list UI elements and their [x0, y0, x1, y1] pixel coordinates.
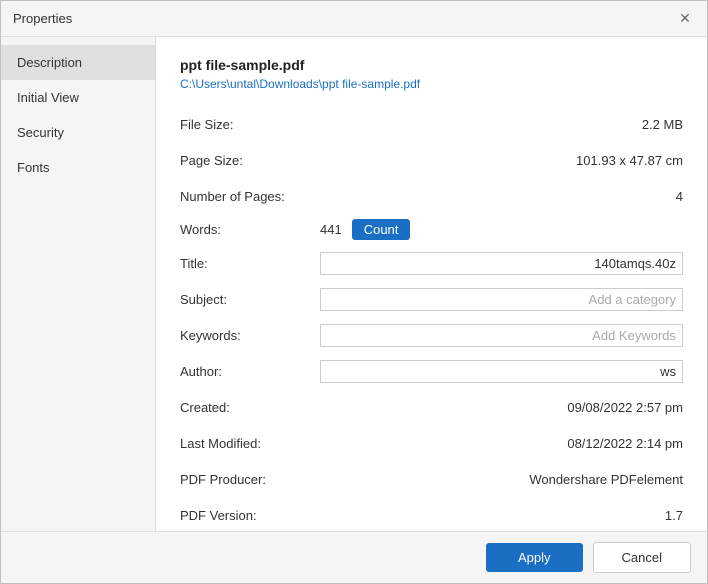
- keywords-row: Keywords:: [180, 322, 683, 348]
- sidebar-item-fonts[interactable]: Fonts: [1, 150, 155, 185]
- close-button[interactable]: ✕: [675, 9, 695, 29]
- words-label: Words:: [180, 222, 320, 237]
- pdf-producer-row: PDF Producer: Wondershare PDFelement: [180, 466, 683, 492]
- last-modified-row: Last Modified: 08/12/2022 2:14 pm: [180, 430, 683, 456]
- last-modified-label: Last Modified:: [180, 436, 320, 451]
- created-label: Created:: [180, 400, 320, 415]
- created-row: Created: 09/08/2022 2:57 pm: [180, 394, 683, 420]
- file-path[interactable]: C:\Users\untal\Downloads\ppt file-sample…: [180, 77, 683, 91]
- title-row: Title:: [180, 250, 683, 276]
- properties-dialog: Properties ✕ Description Initial View Se…: [0, 0, 708, 584]
- pdf-producer-label: PDF Producer:: [180, 472, 320, 487]
- subject-row: Subject:: [180, 286, 683, 312]
- apply-button[interactable]: Apply: [486, 543, 583, 572]
- dialog-title: Properties: [13, 11, 72, 26]
- page-size-row: Page Size: 101.93 x 47.87 cm: [180, 147, 683, 173]
- pdf-version-row: PDF Version: 1.7: [180, 502, 683, 528]
- cancel-button[interactable]: Cancel: [593, 542, 691, 573]
- file-name: ppt file-sample.pdf: [180, 57, 683, 73]
- footer: Apply Cancel: [1, 531, 707, 583]
- count-button[interactable]: Count: [352, 219, 411, 240]
- num-pages-label: Number of Pages:: [180, 189, 320, 204]
- keywords-input[interactable]: [320, 324, 683, 347]
- file-size-row: File Size: 2.2 MB: [180, 111, 683, 137]
- title-input[interactable]: [320, 252, 683, 275]
- num-pages-row: Number of Pages: 4: [180, 183, 683, 209]
- page-size-label: Page Size:: [180, 153, 320, 168]
- author-input[interactable]: [320, 360, 683, 383]
- subject-input[interactable]: [320, 288, 683, 311]
- sidebar-item-initial-view[interactable]: Initial View: [1, 80, 155, 115]
- main-content: Description Initial View Security Fonts …: [1, 37, 707, 531]
- subject-label: Subject:: [180, 292, 320, 307]
- content-area: ppt file-sample.pdf C:\Users\untal\Downl…: [156, 37, 707, 531]
- page-size-value: 101.93 x 47.87 cm: [320, 153, 683, 168]
- file-size-label: File Size:: [180, 117, 320, 132]
- keywords-label: Keywords:: [180, 328, 320, 343]
- pdf-version-value: 1.7: [320, 508, 683, 523]
- sidebar-item-security[interactable]: Security: [1, 115, 155, 150]
- pdf-producer-value: Wondershare PDFelement: [320, 472, 683, 487]
- words-value: 441: [320, 222, 342, 237]
- num-pages-value: 4: [320, 189, 683, 204]
- author-row: Author:: [180, 358, 683, 384]
- sidebar-item-description[interactable]: Description: [1, 45, 155, 80]
- title-label: Title:: [180, 256, 320, 271]
- file-size-value: 2.2 MB: [320, 117, 683, 132]
- pdf-version-label: PDF Version:: [180, 508, 320, 523]
- author-label: Author:: [180, 364, 320, 379]
- titlebar: Properties ✕: [1, 1, 707, 37]
- last-modified-value: 08/12/2022 2:14 pm: [320, 436, 683, 451]
- sidebar: Description Initial View Security Fonts: [1, 37, 156, 531]
- words-row: Words: 441 Count: [180, 219, 683, 240]
- created-value: 09/08/2022 2:57 pm: [320, 400, 683, 415]
